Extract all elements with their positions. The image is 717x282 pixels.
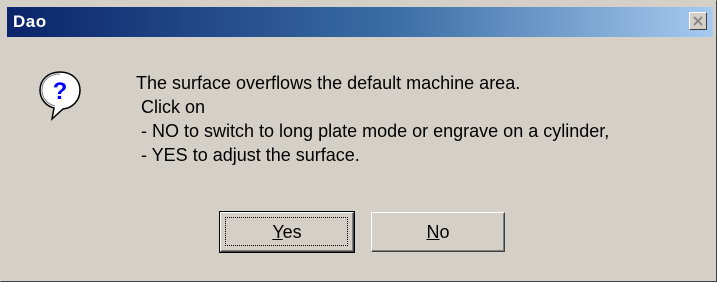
yes-button[interactable]: Yes xyxy=(219,211,355,253)
message-line: The surface overflows the default machin… xyxy=(136,73,521,93)
svg-text:?: ? xyxy=(53,78,68,105)
message-dialog: Dao ? The surface overflows the default … xyxy=(0,0,717,282)
no-label-rest: o xyxy=(439,222,450,242)
no-button-label: No xyxy=(426,222,449,242)
close-button[interactable] xyxy=(689,12,707,30)
no-button[interactable]: No xyxy=(371,212,505,252)
close-icon xyxy=(693,16,703,26)
question-icon: ? xyxy=(37,69,83,123)
message-text: The surface overflows the default machin… xyxy=(136,71,609,167)
title-bar[interactable]: Dao xyxy=(7,7,713,37)
window-title: Dao xyxy=(13,12,47,31)
yes-mnemonic: Y xyxy=(272,222,283,242)
no-mnemonic: N xyxy=(426,222,440,242)
yes-button-label: Yes xyxy=(272,222,301,242)
message-line: Click on xyxy=(136,97,206,117)
message-line: - YES to adjust the surface. xyxy=(136,145,360,165)
yes-label-rest: es xyxy=(282,222,302,242)
message-line: - NO to switch to long plate mode or eng… xyxy=(136,121,610,141)
